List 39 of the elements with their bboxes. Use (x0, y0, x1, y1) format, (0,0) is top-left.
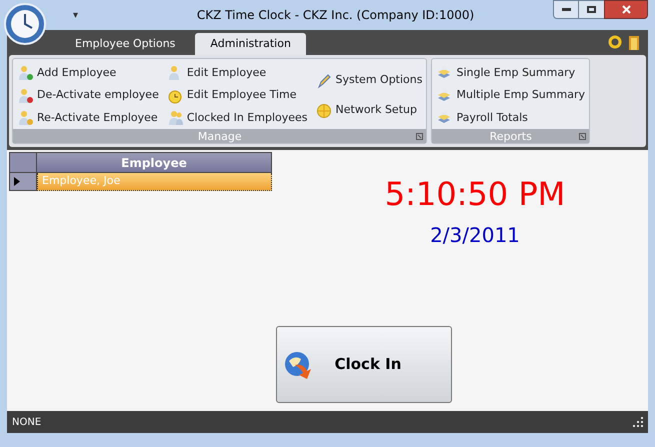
dialog-launcher-icon[interactable] (416, 132, 424, 140)
close-button[interactable] (604, 0, 648, 19)
dialog-launcher-icon[interactable] (578, 132, 586, 140)
row-header-corner (9, 152, 37, 173)
ribbon-button[interactable]: System Options (316, 72, 422, 90)
group-label: Reports (490, 130, 532, 142)
ribbon-button[interactable]: Clocked In Employees (166, 109, 308, 127)
status-text: NONE (12, 416, 42, 430)
clock-time: 5:10:50 PM (384, 174, 566, 214)
pencil-icon (316, 72, 332, 88)
clock-in-button[interactable]: Clock In (276, 326, 452, 403)
close-icon (622, 5, 630, 14)
ribbon-button[interactable]: Add Employee (17, 64, 159, 82)
ribbon-button[interactable]: Edit Employee Time (166, 86, 308, 104)
globe-icon (316, 102, 332, 118)
person-remove-icon (17, 88, 33, 104)
person-refresh-icon (17, 110, 33, 126)
ribbon-button[interactable]: Re-Activate Employee (17, 109, 159, 127)
alarm-clock-icon (166, 88, 183, 104)
ribbon-button[interactable]: De-Activate employee (17, 86, 159, 104)
resize-grip-icon[interactable] (633, 417, 643, 427)
ribbon-button[interactable]: Network Setup (316, 102, 422, 120)
person-add-icon (17, 65, 33, 81)
ribbon-button[interactable]: Payroll Totals (436, 109, 585, 127)
ribbon-button[interactable]: Single Emp Summary (436, 64, 585, 82)
exit-door-icon[interactable] (628, 34, 640, 50)
ribbon-button[interactable]: Edit Employee (166, 64, 308, 82)
window-title: CKZ Time Clock - CKZ Inc. (Company ID:1000) (196, 7, 476, 24)
ribbon-tab[interactable]: Employee Options (65, 33, 186, 55)
refresh-icon[interactable] (608, 34, 622, 48)
maximize-button[interactable] (579, 0, 604, 19)
quick-access-menu[interactable]: ▾ (73, 8, 78, 22)
clock-date: 2/3/2011 (430, 222, 520, 249)
ribbon-button[interactable]: Multiple Emp Summary (436, 86, 585, 104)
ribbon-tab[interactable]: Administration (195, 33, 306, 55)
row-selector[interactable] (9, 173, 37, 191)
people-icon (166, 110, 183, 126)
minimize-button[interactable] (553, 0, 579, 19)
group-label: Manage (198, 130, 242, 142)
